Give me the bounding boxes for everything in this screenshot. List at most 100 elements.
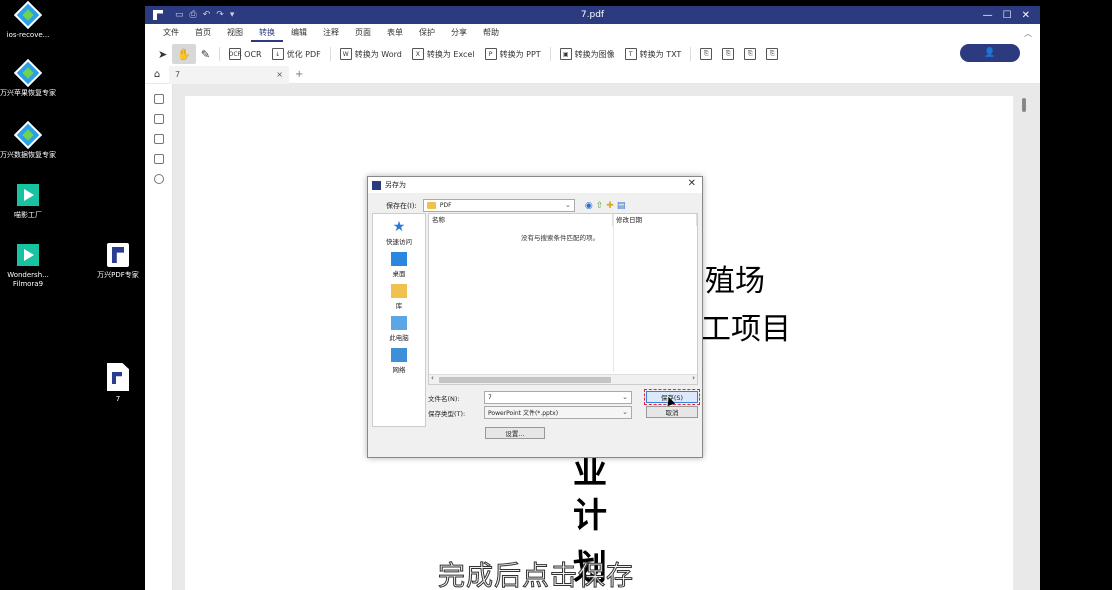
cursor-arrow-icon: ➤ [158,47,168,61]
save-in-dropdown[interactable]: PDF ⌄ [422,199,575,212]
toolbar-separator [549,47,551,61]
desktop-icon-pdf-expert[interactable]: 万兴PDF专家 [90,242,146,280]
to-other-button-3[interactable]: ⎘ [739,44,761,64]
to-other-button-4[interactable]: ⎘ [761,44,783,64]
bookmark-icon[interactable] [153,114,164,124]
comment-icon[interactable] [153,134,164,144]
dialog-title: 另存为 [385,181,406,189]
desktop-icon-data-recovery[interactable]: 万兴数据恢复专家 [0,120,56,160]
menu-share[interactable]: 分享 [443,24,475,42]
menu-form[interactable]: 表单 [379,24,411,42]
menu-protect[interactable]: 保护 [411,24,443,42]
menu-file[interactable]: 文件 [155,24,187,42]
hand-tool-button[interactable]: ✋ [172,44,196,64]
scroll-right-icon[interactable]: › [692,374,695,382]
user-account-button[interactable]: 👤 [960,44,1020,62]
place-desktop[interactable]: 桌面 [373,252,425,278]
to-excel-button[interactable]: X 转换为 Excel [407,44,480,64]
file-list[interactable]: 名称 修改日期 没有与搜索条件匹配的项。 ‹ › [428,213,698,385]
window-title: 7.pdf [580,10,605,20]
edit-tool-button[interactable]: ✎ [196,44,215,64]
search-icon[interactable] [153,174,164,184]
scroll-left-icon[interactable]: ‹ [431,374,434,382]
optimize-pdf-button[interactable]: ↓ 优化 PDF [267,44,326,64]
close-button[interactable]: ✕ [1022,10,1030,21]
desktop-icon-label: 万兴数据恢复专家 [0,151,56,159]
desktop-icon-ios-recovery-expert[interactable]: 万兴苹果恢复专家 [0,58,56,98]
up-folder-icon[interactable]: ⇧ [596,201,604,211]
pdf-file-icon [105,362,131,392]
cancel-button[interactable]: 取消 [646,406,698,418]
save-as-dialog: 另存为 ✕ 保存在(I): PDF ⌄ ◉ ⇧ ✚ ▤ ★ 快速访问 桌面 库 [367,176,703,458]
document-tab-title: 7 [175,70,181,79]
filetype-dropdown[interactable]: PowerPoint 文件(*.pptx) ⌄ [484,406,632,419]
to-txt-label: 转换为 TXT [639,49,682,59]
print-icon[interactable]: ⎙ [190,10,197,20]
place-libraries[interactable]: 库 [373,284,425,310]
desktop-icon-filmora-factory[interactable]: 喵影工厂 [0,182,56,220]
place-quick-access[interactable]: ★ 快速访问 [373,220,425,246]
collapse-ribbon-icon[interactable]: ︿ [1024,28,1032,39]
optimize-icon: ↓ [271,48,284,60]
horizontal-scrollbar[interactable]: ‹ › [429,374,697,384]
ocr-button[interactable]: OCR OCR [224,44,266,64]
back-icon[interactable]: ◉ [585,201,593,211]
view-menu-icon[interactable]: ▤ [617,201,626,211]
to-ppt-button[interactable]: P 转换为 PPT [480,44,546,64]
toolbar-separator [690,47,692,61]
to-image-button[interactable]: ▣ 转换为图像 [555,44,620,64]
desktop-icon-filmora9[interactable]: Wondersh... Filmora9 [0,242,56,289]
to-word-button[interactable]: W 转换为 Word [335,44,407,64]
menu-convert[interactable]: 转换 [251,24,283,42]
place-network[interactable]: 网络 [373,348,425,374]
place-this-pc[interactable]: 此电脑 [373,316,425,342]
new-tab-button[interactable]: + [295,69,303,80]
menu-help[interactable]: 帮助 [475,24,507,42]
chevron-down-icon: ⌄ [622,408,628,416]
dialog-close-button[interactable]: ✕ [688,178,696,189]
column-name-header[interactable]: 名称 [429,214,613,226]
document-tab[interactable]: 7 × [169,65,289,84]
thumbnails-icon[interactable] [153,94,164,104]
filename-input[interactable]: 7 ⌄ [484,391,632,404]
menu-view[interactable]: 视图 [219,24,251,42]
file-list-header: 名称 修改日期 [429,214,697,226]
desktop-icon-label: 7 [115,395,121,403]
menu-page[interactable]: 页面 [347,24,379,42]
home-icon[interactable]: ⌂ [145,69,169,80]
menu-home[interactable]: 首页 [187,24,219,42]
save-in-label: 保存在(I): [386,201,417,210]
redo-icon[interactable]: ↷ [216,10,224,20]
settings-button[interactable]: 设置... [485,427,545,439]
star-icon: ★ [392,219,406,235]
save-in-value: PDF [439,202,452,209]
desktop-icon-label: 喵影工厂 [14,211,42,219]
maximize-button[interactable]: ☐ [1003,10,1012,21]
desktop-icon-ios-recovery[interactable]: ios-recove... [0,0,56,40]
new-folder-icon[interactable]: ✚ [606,201,614,211]
save-in-row: 保存在(I): PDF ⌄ ◉ ⇧ ✚ ▤ [386,199,625,212]
minimize-button[interactable]: — [983,10,993,21]
select-tool-button[interactable]: ➤ [153,44,172,64]
to-txt-button[interactable]: T 转换为 TXT [620,44,687,64]
undo-icon[interactable]: ↶ [203,10,211,20]
place-label: 此电脑 [389,334,409,342]
app-logo-icon [372,180,381,190]
customize-dropdown-icon[interactable]: ▾ [230,10,235,20]
save-icon[interactable]: ▭ [175,10,184,20]
column-date-header[interactable]: 修改日期 [613,214,697,226]
to-other-button-2[interactable]: ⎘ [717,44,739,64]
vertical-scrollbar[interactable] [1022,98,1026,112]
scroll-thumb[interactable] [439,377,611,383]
convert-other-icon: ⎘ [722,48,735,60]
document-tab-bar: ⌂ 7 × + [145,65,1040,84]
pdf-app-icon [105,242,131,268]
attachment-icon[interactable] [153,154,164,164]
menu-edit[interactable]: 编辑 [283,24,315,42]
hand-icon: ✋ [177,47,191,61]
tab-close-button[interactable]: × [276,70,283,79]
toolbar-separator [219,47,221,61]
to-other-button-1[interactable]: ⎘ [695,44,717,64]
menu-comment[interactable]: 注释 [315,24,347,42]
desktop-icon-file-7[interactable]: 7 [90,362,146,404]
